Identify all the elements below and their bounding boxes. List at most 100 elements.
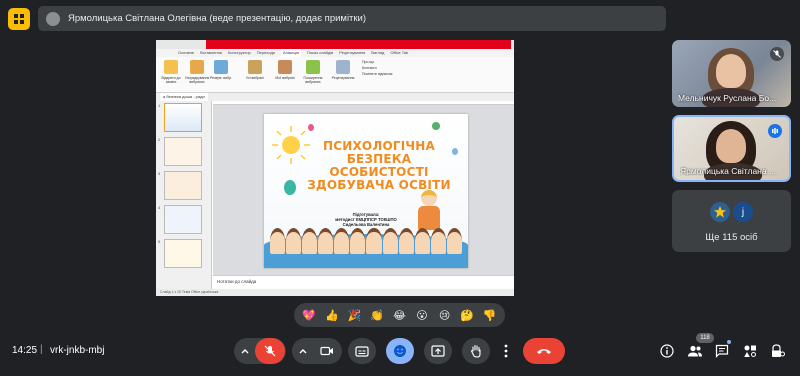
ribbon-label: Про що [362,60,375,64]
ribbon-all-icon [248,60,262,74]
ribbon-label: Відкрити до заміни [161,76,181,84]
ppt-ribbon-tabs: Основне Вставлення Конструктор Переходи … [156,49,514,57]
emoji-smile-icon [394,345,406,357]
people-button[interactable] [687,343,703,359]
shared-screen: Основне Вставлення Конструктор Переходи … [156,40,514,296]
meet-window: Ярмолицька Світлана Олегівна (веде презе… [0,0,800,376]
ppt-tab: Office Tab [390,50,409,55]
reactions-button[interactable] [386,338,414,364]
participant-tile[interactable]: Ярмолицька Світлана ... [672,115,791,182]
audio-level-icon [772,128,778,134]
ppt-tab: Основне [178,50,195,55]
more-vert-icon [504,344,508,358]
leave-call-button[interactable] [523,338,565,364]
participant-tile[interactable]: Мельничук Руслана Бо... [672,40,791,107]
hang-up-icon [537,349,551,354]
more-participants-label: Ще 115 осіб [705,232,758,243]
slide-author-block: Підготувала: методист КМЦППСР ТОКШПО Сид… [326,212,406,227]
ppt-title-strip [206,40,511,49]
presenter-bar[interactable]: Ярмолицька Світлана Олегівна (веде презе… [38,6,666,31]
ribbon-backup-icon [214,60,228,74]
participant-name: Ярмолицька Світлана ... [680,166,777,176]
divider: | [40,344,43,355]
mic-muted-indicator [770,47,784,61]
reactions-bar: 💖 👍 🎉 👏 😂 😮 😢 🤔 👎 [294,303,505,327]
chevron-up-icon [241,349,249,354]
avatar-group: j [710,202,753,222]
raise-hand-button[interactable] [462,338,490,364]
ppt-tab: Вставлення [200,50,222,55]
ribbon-label: Резерв. вибр. [209,76,233,80]
people-count-badge: 118 [696,333,714,343]
activities-button[interactable] [8,8,30,30]
ppt-document-tab: а безпека доша - ради [156,93,514,101]
people-icon [688,345,702,357]
avatar: j [733,202,753,222]
meeting-code: vrk-jnkb-mbj [50,345,105,356]
speaking-indicator [768,124,782,138]
present-icon [431,345,445,357]
ppt-tab: Анімація [280,49,301,57]
more-options-button[interactable] [498,338,514,364]
mic-toggle-button[interactable] [255,338,285,364]
clock: 14:25 [12,345,38,356]
ppt-tab: Переходи [256,50,275,55]
thumbnail-number: 2 [158,137,161,142]
activities-panel-button[interactable] [742,343,758,359]
party-popper-reaction[interactable]: 🎉 [345,306,363,324]
crying-reaction[interactable]: 😢 [436,306,454,324]
host-controls-button[interactable] [770,343,786,359]
present-screen-button[interactable] [424,338,452,364]
mic-off-icon [264,345,276,357]
ppt-ruler [213,101,514,105]
ppt-document-name: а безпека доша - ради [160,93,208,101]
camera-toggle-button[interactable] [313,346,341,356]
participant-name: Мельничук Руслана Бо... [678,93,777,103]
thumbnail-number: 3 [158,171,161,176]
audio-options-button[interactable] [235,338,255,364]
author-name: Сидельова Валентина [342,222,390,227]
ppt-slide-thumbnails: 1 2 3 4 5 [156,101,212,289]
chat-icon [715,344,729,358]
sparkling-heart-reaction[interactable]: 💖 [300,306,318,324]
ppt-tab: Вигляд [371,50,385,55]
joy-reaction[interactable]: 😂 [390,306,408,324]
presenter-label: Ярмолицька Світлана Олегівна (веде презе… [68,13,367,24]
shapes-icon [744,345,756,357]
more-participants-tile[interactable]: j Ще 115 осіб [672,190,791,252]
slide-thumbnail [164,137,202,166]
thumbs-up-reaction[interactable]: 👍 [323,306,341,324]
chat-button[interactable] [714,343,730,359]
ribbon-mine-icon [278,60,292,74]
ribbon-label: Поширення вибраних [303,76,323,84]
ppt-status-bar: Слайд 1 з 15 Тема Office українська [156,289,514,296]
ppt-notes-pane: Нотатки до слайда [213,275,514,289]
mic-off-icon [773,50,781,58]
thumbnail-number: 5 [158,239,161,244]
clapping-hands-reaction[interactable]: 👏 [368,306,386,324]
video-options-button[interactable] [293,348,313,354]
thumbnail-number: 4 [158,205,161,210]
participant-face [716,129,746,163]
ribbon-label: Контакти [362,66,377,70]
badge-avatar [710,202,730,222]
ppt-tab: Конструктор [227,50,251,55]
ribbon-review-icon [336,60,350,74]
ribbon-label: Усі вибрані [246,76,264,80]
thumbnail-number: 1 [158,103,161,108]
ribbon-label: Помітити підписом [362,72,393,76]
thinking-reaction[interactable]: 🤔 [458,306,476,324]
notes-placeholder: Нотатки до слайда [217,279,257,284]
captions-button[interactable] [348,338,376,364]
ppt-tab: Рецензування [339,50,366,55]
thumbs-down-reaction[interactable]: 👎 [481,306,499,324]
presenter-avatar [46,11,60,26]
ribbon-label: Упорядкування вибраних [184,76,210,84]
info-icon [660,344,674,358]
mic-control-group [234,338,286,364]
ribbon-folder-icon [164,60,178,74]
surprised-reaction[interactable]: 😮 [413,306,431,324]
meeting-details-button[interactable] [659,343,675,359]
ppt-status-text: Слайд 1 з 15 Тема Office українська [160,290,219,294]
captions-icon [355,345,369,357]
